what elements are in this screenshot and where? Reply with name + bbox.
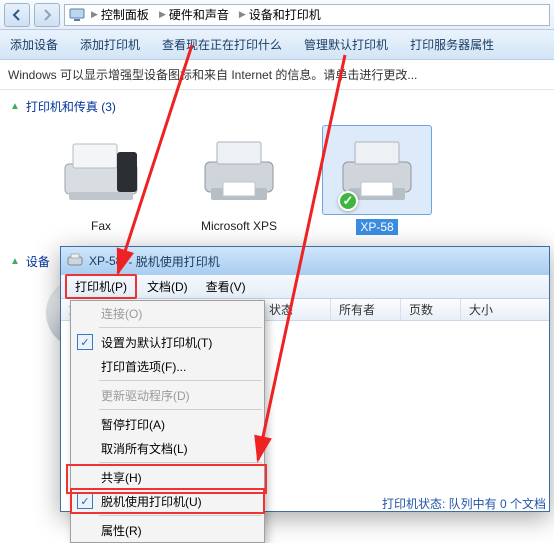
monitor-icon [69, 8, 85, 22]
menu-share[interactable]: 共享(H) [71, 465, 264, 489]
crumb-leaf[interactable]: ▶设备和打印机 [235, 5, 325, 25]
arrow-right-icon [40, 8, 54, 22]
menu-printer[interactable]: 打印机(P) [65, 274, 137, 299]
status-footer: 打印机状态: 队列中有 0 个文档 [382, 495, 546, 512]
command-bar: 添加设备 添加打印机 查看现在正在打印什么 管理默认打印机 打印服务器属性 [0, 30, 554, 60]
device-label: Microsoft XPS [184, 219, 294, 233]
collapse-icon: ▲ [10, 101, 20, 112]
menu-view[interactable]: 查看(V) [198, 276, 254, 297]
menu-connect: 连接(O) [71, 301, 264, 325]
window-titlebar[interactable]: XP-58 - 脱机使用打印机 [61, 247, 549, 275]
default-check-icon: ✓ [338, 191, 358, 211]
arrow-left-icon [10, 8, 24, 22]
section-printers: ▲ 打印机和传真 (3) Fax [0, 90, 554, 249]
menu-separator [99, 380, 262, 381]
device-xps[interactable]: Microsoft XPS [184, 125, 294, 235]
crumb-root[interactable]: ▶控制面板 [87, 5, 153, 25]
col-status[interactable]: 状态 [261, 299, 331, 320]
col-size[interactable]: 大小 [461, 299, 549, 320]
menu-separator [99, 462, 262, 463]
breadcrumb[interactable]: ▶控制面板 ▶硬件和声音 ▶设备和打印机 [64, 4, 550, 26]
nav-back-button[interactable] [4, 3, 30, 27]
menu-update-driver: 更新驱动程序(D) [71, 383, 264, 407]
menu-document[interactable]: 文档(D) [139, 276, 196, 297]
section-printers-header[interactable]: ▲ 打印机和传真 (3) [10, 98, 544, 115]
window-menubar: 打印机(P) 文档(D) 查看(V) [61, 275, 549, 299]
cmd-manage-default[interactable]: 管理默认打印机 [304, 36, 388, 53]
cmd-server-props[interactable]: 打印服务器属性 [410, 36, 494, 53]
device-label: Fax [46, 219, 156, 233]
crumb-mid[interactable]: ▶硬件和声音 [155, 5, 233, 25]
device-fax[interactable]: Fax [46, 125, 156, 235]
menu-preferences[interactable]: 打印首选项(F)... [71, 354, 264, 378]
printer-menu-dropdown: 连接(O) ✓ 设置为默认打印机(T) 打印首选项(F)... 更新驱动程序(D… [70, 300, 265, 543]
device-xp58[interactable]: ✓ XP-58 [322, 125, 432, 235]
check-icon: ✓ [77, 334, 93, 350]
window-title-suffix: - 脱机使用打印机 [128, 253, 219, 270]
col-pages[interactable]: 页数 [401, 299, 461, 320]
cmd-add-device[interactable]: 添加设备 [10, 36, 58, 53]
menu-properties[interactable]: 属性(R) [71, 518, 264, 542]
menu-set-default[interactable]: ✓ 设置为默认打印机(T) [71, 330, 264, 354]
cmd-see-printing[interactable]: 查看现在正在打印什么 [162, 36, 282, 53]
info-bar[interactable]: Windows 可以显示增强型设备图标和来自 Internet 的信息。请单击进… [0, 60, 554, 90]
nav-fwd-button[interactable] [34, 3, 60, 27]
check-icon: ✓ [77, 493, 93, 509]
menu-separator [99, 515, 262, 516]
menu-use-offline[interactable]: ✓ 脱机使用打印机(U) [71, 489, 264, 513]
menu-separator [99, 409, 262, 410]
section-title: 设备 [26, 253, 50, 270]
printer-icon [197, 134, 281, 206]
col-owner[interactable]: 所有者 [331, 299, 401, 320]
device-label: XP-58 [356, 219, 397, 235]
window-title-name: XP-58 [89, 254, 122, 268]
menu-pause[interactable]: 暂停打印(A) [71, 412, 264, 436]
address-bar: ▶控制面板 ▶硬件和声音 ▶设备和打印机 [0, 0, 554, 30]
collapse-icon: ▲ [10, 256, 20, 267]
printer-icon [67, 253, 83, 269]
section-title: 打印机和传真 (3) [26, 98, 116, 115]
menu-separator [99, 327, 262, 328]
menu-cancel-all[interactable]: 取消所有文档(L) [71, 436, 264, 460]
cmd-add-printer[interactable]: 添加打印机 [80, 36, 140, 53]
fax-icon [59, 134, 143, 206]
